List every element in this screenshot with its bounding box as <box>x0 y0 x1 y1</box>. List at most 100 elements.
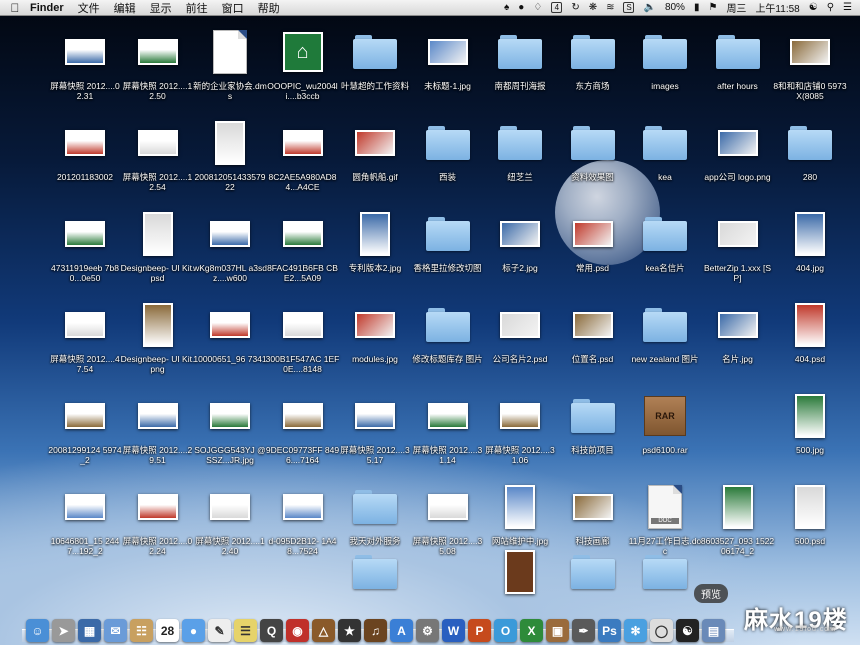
desktop-file-item[interactable]: 10646801_15 2447...192_2 <box>48 481 122 556</box>
desktop-file-item[interactable]: 201201183002 <box>48 117 122 182</box>
desktop-file-item[interactable]: 47311919eeb 7b80...0e50 <box>48 208 122 283</box>
safari-icon[interactable]: ✻ <box>624 619 647 642</box>
garageband-icon[interactable]: ♫ <box>364 619 387 642</box>
desktop-file-item[interactable]: 常用.psd <box>556 208 630 273</box>
battery-icon[interactable]: ▮ <box>694 2 700 13</box>
desktop-file-item[interactable]: wKg8m037HL a3sdz....w600 <box>193 208 267 283</box>
iphoto-icon[interactable]: △ <box>312 619 335 642</box>
desktop-file-item[interactable]: DOC 11月27工作日志.doc <box>628 481 702 556</box>
desktop-file-item[interactable] <box>556 546 630 598</box>
menu-go[interactable]: 前往 <box>186 0 208 16</box>
notes-icon[interactable]: ☰ <box>234 619 257 642</box>
desktop-file-item[interactable]: 8603527_093 152206174_2 <box>701 481 775 556</box>
battery-percent[interactable]: 80% <box>665 2 685 13</box>
flag-icon[interactable]: ⚑ <box>708 2 717 13</box>
finder-icon[interactable]: ☺ <box>26 619 49 642</box>
desktop-file-item[interactable]: app公司 logo.png <box>701 117 775 182</box>
desktop-file-item[interactable]: kea <box>628 117 702 182</box>
desktop-file-item[interactable]: 屏幕快照 2012....02.31 <box>48 26 122 101</box>
desktop-file-item[interactable]: 标子2.jpg <box>483 208 557 273</box>
desktop-file-item[interactable]: 我天对外服务 <box>338 481 412 546</box>
preview-app-icon[interactable]: ▣ <box>546 619 569 642</box>
desktop-file-item[interactable]: 500.psd <box>773 481 847 546</box>
desktop-file-item[interactable]: 404.jpg <box>773 208 847 273</box>
desktop-file-item[interactable]: kea名信片 <box>628 208 702 273</box>
desktop-file-item[interactable]: d-095D2B12- 1A48...7524 <box>266 481 340 556</box>
desktop-file-item[interactable] <box>338 546 412 598</box>
desktop-file-item[interactable]: 南都周刊海报 <box>483 26 557 91</box>
desktop-file-item[interactable]: BetterZip 1.xxx [SP] <box>701 208 775 283</box>
desktop-file-item[interactable]: RAR psd6100.rar <box>628 390 702 455</box>
menu-help[interactable]: 帮助 <box>258 0 280 16</box>
desktop-file-item[interactable]: images <box>628 26 702 91</box>
desktop-file-item[interactable]: 纽芝兰 <box>483 117 557 182</box>
launchpad-icon[interactable]: ➤ <box>52 619 75 642</box>
status-menu-icon[interactable]: ● <box>518 2 524 13</box>
user-icon[interactable]: ☯ <box>809 2 818 13</box>
desktop-file-item[interactable]: 网站维护中.jpg <box>483 481 557 546</box>
desktop-file-item[interactable]: 公司名片2.psd <box>483 299 557 364</box>
desktop-file-item[interactable]: 8和和和店铺0 5973X(8085 <box>773 26 847 101</box>
desktop-file-item[interactable]: 10000651_96 7341 <box>193 299 267 364</box>
dropbox-icon[interactable]: ♢ <box>533 2 542 13</box>
volume-icon[interactable]: 🔈 <box>643 2 655 13</box>
pen-tool-icon[interactable]: ✒ <box>572 619 595 642</box>
bell-icon[interactable]: ♠ <box>504 2 509 13</box>
desktop-file-item[interactable]: 名片.jpg <box>701 299 775 364</box>
desktop-file-item[interactable]: ⌂ OOOPIC_wu2004li....b3ccb <box>266 26 340 101</box>
desktop-file-item[interactable]: 资料效果图 <box>556 117 630 182</box>
desktop-file-item[interactable]: 8C2AE5A980AD84...A4CE <box>266 117 340 192</box>
desktop-file-item[interactable]: 修改标题库存 图片 <box>411 299 485 364</box>
desktop-file-item[interactable]: 科技画廊 <box>556 481 630 546</box>
desktop-file-item[interactable]: 未标题-1.jpg <box>411 26 485 91</box>
bluetooth-icon[interactable]: ❋ <box>589 2 597 13</box>
clock-time[interactable]: 上午11:58 <box>755 0 799 15</box>
desktop-file-item[interactable]: 屏幕快照 2012....29.51 <box>121 390 195 465</box>
wifi-icon[interactable]: ≋ <box>606 2 614 13</box>
photo-booth-icon[interactable]: ◉ <box>286 619 309 642</box>
desktop-file-item[interactable]: 300B1F547AC 1EF0E....8148 <box>266 299 340 374</box>
app-store-icon[interactable]: A <box>390 619 413 642</box>
app-name[interactable]: Finder <box>30 2 64 14</box>
photoshop-icon[interactable]: Ps <box>598 619 621 642</box>
powerpoint-icon[interactable]: P <box>468 619 491 642</box>
imovie-icon[interactable]: ★ <box>338 619 361 642</box>
sync-icon[interactable]: ↻ <box>571 2 579 13</box>
desktop-file-item[interactable]: 新的企业家协会.dms <box>193 26 267 101</box>
desktop-file-item[interactable]: 香格里拉修改切图 <box>411 208 485 273</box>
photo-viewer-icon[interactable]: ◯ <box>650 619 673 642</box>
messages-icon[interactable]: ● <box>182 619 205 642</box>
desktop-file-item[interactable]: new zealand 图片 <box>628 299 702 364</box>
desktop-file-item[interactable]: 280 <box>773 117 847 182</box>
desktop-file-item[interactable]: 屏幕快照 2012....12.40 <box>193 481 267 556</box>
desktop-file-item[interactable]: modules.jpg <box>338 299 412 364</box>
desktop-file-item[interactable]: 20081299124 5974_2 <box>48 390 122 465</box>
status-level-icon[interactable]: 4 <box>551 2 563 13</box>
desktop-file-item[interactable]: 404.psd <box>773 299 847 364</box>
desktop-file-item[interactable]: 圆角帆船.gif <box>338 117 412 182</box>
desktop-file-item[interactable] <box>483 546 557 598</box>
excel-icon[interactable]: X <box>520 619 543 642</box>
desktop-file-item[interactable]: 屏幕快照 2012....02.24 <box>121 481 195 556</box>
spotlight-icon[interactable]: ⚲ <box>827 2 834 13</box>
apple-menu-icon[interactable]:  <box>0 1 30 15</box>
desktop-file-item[interactable]: 屏幕快照 2012....31.06 <box>483 390 557 465</box>
preview-icon[interactable]: ▤ <box>702 619 725 642</box>
calendar-icon[interactable]: 28 <box>156 619 179 642</box>
desktop-file-item[interactable]: 专利版本2.jpg <box>338 208 412 273</box>
desktop-file-item[interactable]: 屏幕快照 2012....47.54 <box>48 299 122 374</box>
menu-edit[interactable]: 编辑 <box>114 0 136 16</box>
desktop-file-item[interactable]: 屏幕快照 2012....12.54 <box>121 117 195 192</box>
desktop-file-item[interactable] <box>628 546 702 598</box>
mail-icon[interactable]: ✉ <box>104 619 127 642</box>
clock-day[interactable]: 周三 <box>726 0 746 15</box>
desktop-file-item[interactable]: 9DEC09773FF 8496....7164 <box>266 390 340 465</box>
system-preferences-icon[interactable]: ⚙ <box>416 619 439 642</box>
mission-control-icon[interactable]: ▦ <box>78 619 101 642</box>
word-icon[interactable]: W <box>442 619 465 642</box>
desktop-file-item[interactable]: SOJGGG543YJ @SSZ...JR.jpg <box>193 390 267 465</box>
desktop-file-item[interactable] <box>701 390 775 445</box>
desktop-file-item[interactable]: 20081205143357922 <box>193 117 267 192</box>
outlook-icon[interactable]: O <box>494 619 517 642</box>
desktop-file-item[interactable]: 科技前项目 <box>556 390 630 455</box>
